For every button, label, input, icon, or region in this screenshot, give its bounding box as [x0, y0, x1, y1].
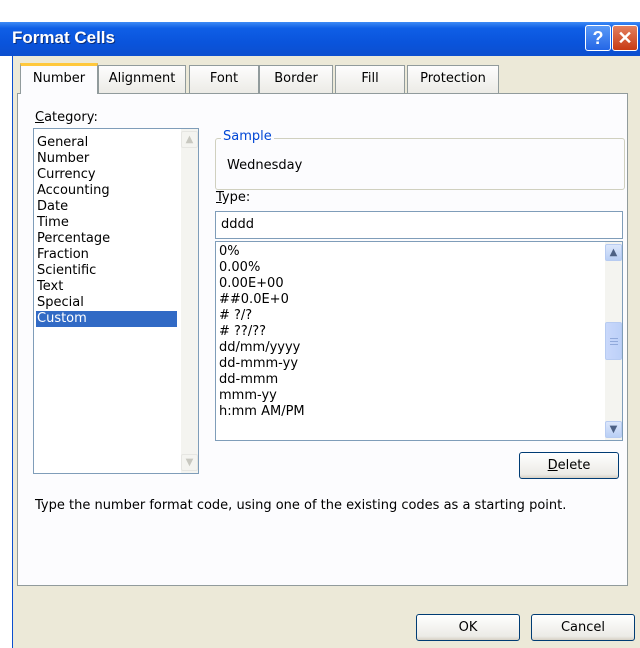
thumb-grip [610, 341, 618, 342]
category-scrollbar[interactable]: ▲ ▼ [181, 129, 198, 473]
tab-fill[interactable]: Fill [335, 65, 405, 93]
scroll-up-button[interactable]: ▲ [605, 244, 622, 261]
help-button[interactable]: ? [585, 25, 611, 51]
tab-border[interactable]: Border [259, 65, 333, 93]
category-item-percentage[interactable]: Percentage [36, 231, 177, 247]
help-icon: ? [592, 28, 604, 48]
up-arrow-icon: ▲ [185, 134, 194, 145]
format-code-item[interactable]: # ?/? [218, 308, 599, 324]
category-item-fraction[interactable]: Fraction [36, 247, 177, 263]
category-item-text[interactable]: Text [36, 279, 177, 295]
category-item-special[interactable]: Special [36, 295, 177, 311]
hint-text: Type the number format code, using one o… [35, 498, 567, 513]
thumb-grip [610, 338, 618, 339]
tab-number[interactable]: Number [20, 63, 98, 94]
ok-button[interactable]: OK [416, 614, 520, 641]
format-code-item[interactable]: ##0.0E+0 [218, 292, 599, 308]
category-item-date[interactable]: Date [36, 199, 177, 215]
title-bar[interactable]: Format Cells ? ✕ [0, 22, 640, 56]
tab-protection[interactable]: Protection [407, 65, 499, 93]
type-input[interactable]: dddd [215, 211, 623, 239]
category-item-accounting[interactable]: Accounting [36, 183, 177, 199]
category-item-currency[interactable]: Currency [36, 167, 177, 183]
window-title: Format Cells [12, 28, 115, 47]
format-code-item[interactable]: dd-mmm [218, 372, 599, 388]
tab-label: Fill [361, 71, 379, 86]
category-item-time[interactable]: Time [36, 215, 177, 231]
type-label: Type: [216, 190, 251, 205]
category-list[interactable]: General Number Currency Accounting Date … [33, 128, 199, 474]
category-item-scientific[interactable]: Scientific [36, 263, 177, 279]
format-code-item[interactable]: dd-mmm-yy [218, 356, 599, 372]
cancel-button[interactable]: Cancel [531, 614, 635, 641]
close-icon: ✕ [617, 28, 633, 48]
format-code-list[interactable]: 0% 0.00% 0.00E+00 ##0.0E+0 # ?/? # ??/??… [215, 241, 623, 441]
tab-label: Border [274, 71, 318, 86]
thumb-grip [610, 344, 618, 345]
format-code-scrollbar[interactable]: ▲ ▼ [605, 242, 622, 440]
tab-label: Protection [420, 71, 486, 86]
category-item-custom[interactable]: Custom [36, 311, 177, 327]
format-cells-window: Format Cells ? ✕ Number Alignment Font B… [0, 0, 640, 648]
category-item-general[interactable]: General [36, 135, 177, 151]
up-arrow-icon: ▲ [609, 247, 618, 258]
format-code-item[interactable]: # ??/?? [218, 324, 599, 340]
tab-font[interactable]: Font [189, 65, 259, 93]
format-code-item[interactable]: mmm-yy [218, 388, 599, 404]
format-code-item[interactable]: dd/mm/yyyy [218, 340, 599, 356]
scroll-thumb[interactable] [605, 322, 622, 360]
tab-alignment[interactable]: Alignment [98, 65, 186, 93]
format-code-item[interactable]: 0.00E+00 [218, 276, 599, 292]
format-code-item[interactable]: h:mm AM/PM [218, 404, 599, 420]
delete-button[interactable]: Delete [519, 452, 619, 479]
down-arrow-icon: ▼ [185, 457, 194, 468]
down-arrow-icon: ▼ [609, 424, 618, 435]
tab-label: Font [209, 71, 239, 86]
format-code-item[interactable]: 0.00% [218, 260, 599, 276]
format-code-item[interactable]: 0% [218, 244, 599, 260]
scroll-down-button[interactable]: ▼ [181, 454, 198, 471]
sample-value: Wednesday [227, 158, 303, 173]
tab-label: Alignment [108, 71, 176, 86]
scroll-down-button[interactable]: ▼ [605, 421, 622, 438]
tab-label: Number [32, 71, 86, 86]
sample-group-label: Sample [221, 129, 274, 144]
close-button[interactable]: ✕ [612, 25, 638, 51]
category-item-number[interactable]: Number [36, 151, 177, 167]
scroll-up-button[interactable]: ▲ [181, 131, 198, 148]
category-label: Category: [35, 110, 98, 125]
